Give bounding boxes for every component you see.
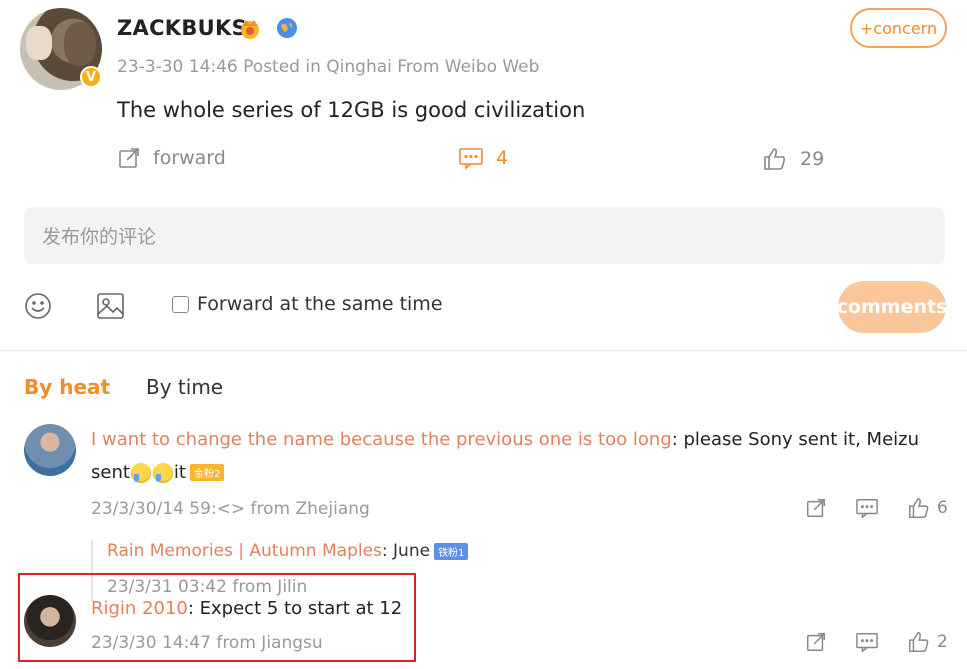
post-text: The whole series of 12GB is good civiliz… [117,98,586,122]
like-button[interactable]: 29 [762,146,824,172]
commenter-avatar[interactable] [24,424,76,476]
comment-reply-button[interactable] [855,497,879,519]
comment-icon [856,499,878,519]
fan-badge: 铁粉1 [434,542,469,560]
crying-emoji-icon [152,462,173,483]
comment-body: : Expect 5 to start at 12 [187,598,403,619]
thumbs-up-icon [909,632,929,652]
comment-like-count: 2 [937,632,948,652]
forward-icon [807,633,825,651]
comment-button[interactable]: 4 [458,146,508,170]
emoji-icon[interactable] [24,292,52,320]
verified-badge: V [80,66,102,88]
fan-badge: 金粉2 [189,464,225,481]
forward-same-time-checkbox[interactable]: Forward at the same time [172,293,443,315]
comment-meta: 23/3/30/14 59:<> from Zhejiang [91,499,370,519]
tab-by-heat[interactable]: By heat [24,375,110,399]
reply-body: : June [381,541,431,561]
forward-label: forward [153,147,226,169]
comment-text: Rigin 2010: Expect 5 to start at 12 [91,598,402,619]
comment-actions: 2 [805,630,948,654]
comment-text: I want to change the name because the pr… [91,429,919,450]
comment-forward-button[interactable] [805,631,827,653]
post-author-name[interactable]: ZACKBUKS [117,16,247,40]
reply-text: Rain Memories | Autumn Maples: June 铁粉1 [107,541,469,561]
follow-button[interactable]: +concern [850,8,947,48]
crown-icon [241,20,259,39]
reply-author-name[interactable]: Rain Memories | Autumn Maples [107,541,382,561]
comment-actions: 6 [805,496,948,520]
comment-body-line2-end: it [173,462,186,483]
comment-input[interactable]: 发布你的评论 [24,207,945,264]
image-upload-icon[interactable] [96,292,126,320]
section-divider [0,350,967,351]
crying-emoji-icon [130,462,151,483]
comment-body-line2-start: sent [91,462,130,483]
comment-input-placeholder: 发布你的评论 [42,226,157,248]
thumbs-up-icon [909,498,929,518]
thumbs-up-icon [764,148,786,170]
checkbox-box[interactable] [172,295,189,313]
commenter-name[interactable]: I want to change the name because the pr… [91,429,672,450]
commenter-avatar[interactable] [24,595,76,647]
comment-like-button[interactable]: 2 [907,630,948,654]
post-meta: 23-3-30 14:46 Posted in Qinghai From Wei… [117,57,540,77]
forward-icon [807,499,825,517]
submit-comment-button[interactable]: comments [838,281,946,333]
comment-meta: 23/3/30 14:47 from Jiangsu [91,633,323,653]
globe-icon [277,18,297,38]
commenter-name[interactable]: Rigin 2010 [91,598,188,619]
comment-reply-button[interactable] [855,631,879,653]
comment-like-button[interactable]: 6 [907,496,948,520]
comment-forward-button[interactable] [805,497,827,519]
comment-like-count: 6 [937,498,948,518]
like-count: 29 [800,148,825,170]
forward-same-time-label: Forward at the same time [197,293,443,315]
forward-icon [119,148,139,168]
comment-icon [459,148,483,170]
comment-icon [856,633,878,653]
comment-text-line2: sent it 金粉2 [91,462,225,483]
comment-body-line1: : please Sony sent it, Meizu [671,429,920,450]
forward-button[interactable]: forward [117,146,226,170]
comment-count: 4 [496,147,509,169]
tab-by-time[interactable]: By time [146,375,223,399]
